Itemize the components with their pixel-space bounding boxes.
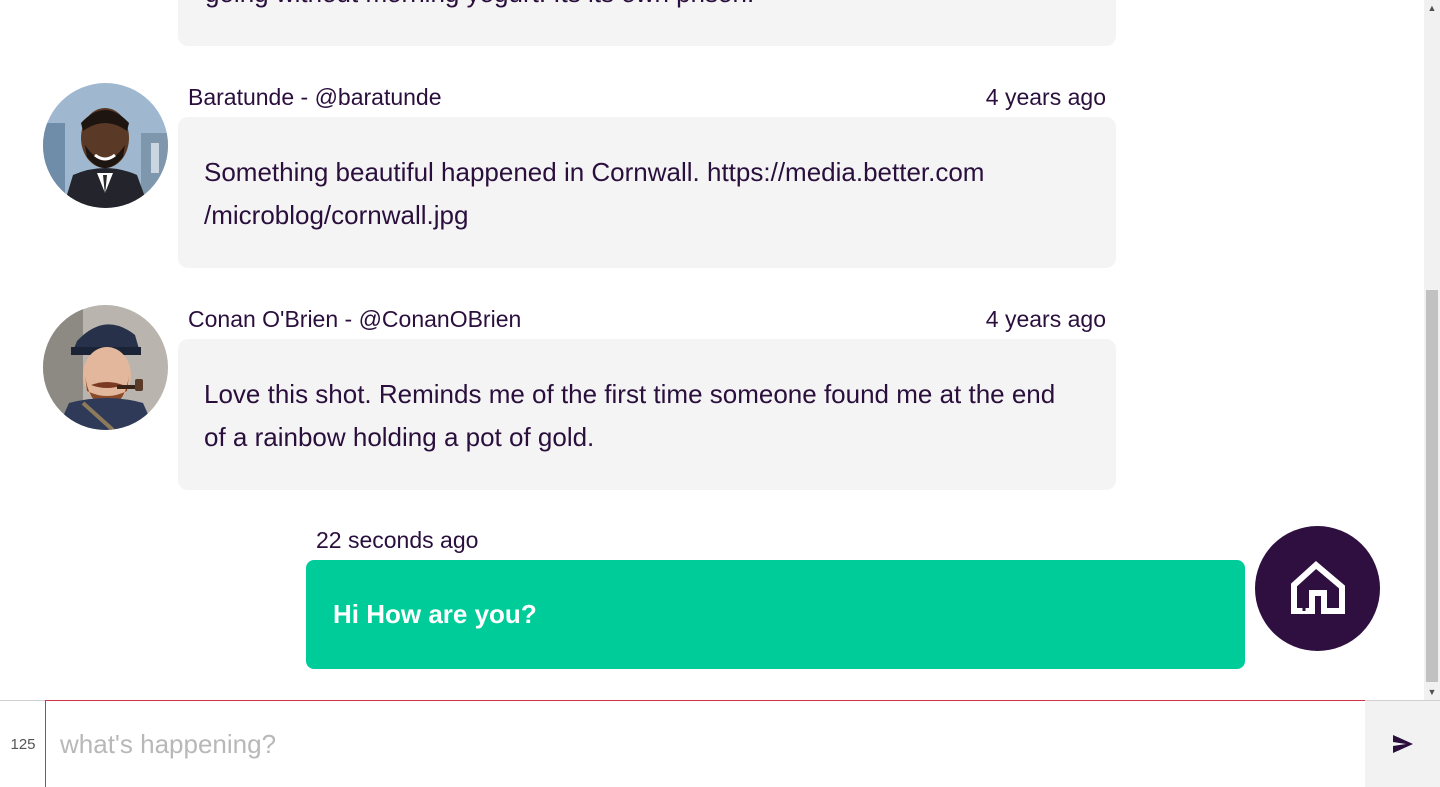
message-text-line: Something beautiful happened in Cornwall… xyxy=(204,157,985,187)
message-header: Conan O'Brien - @ConanOBrien 4 years ago xyxy=(188,306,1106,333)
message-author[interactable]: Conan O'Brien - @ConanOBrien xyxy=(188,306,521,333)
own-avatar[interactable] xyxy=(1255,526,1380,651)
message-bubble: Love this shot. Reminds me of the first … xyxy=(178,339,1116,490)
message-text-line: /microblog/cornwall.jpg xyxy=(204,200,469,230)
send-button[interactable] xyxy=(1365,701,1440,787)
scroll-down-icon[interactable]: ▼ xyxy=(1424,684,1440,700)
message-author[interactable]: Baratunde - @baratunde xyxy=(188,84,442,111)
message-input[interactable] xyxy=(46,701,1365,787)
own-message-text: Hi How are you? xyxy=(333,599,537,629)
send-icon xyxy=(1392,735,1413,753)
message-text: going without morning yogurt. Its its ow… xyxy=(205,0,754,9)
own-message-time: 22 seconds ago xyxy=(316,527,479,553)
scroll-up-icon[interactable]: ▲ xyxy=(1424,0,1440,16)
composer: 125 xyxy=(0,700,1440,787)
message-text-line: Love this shot. Reminds me of the first … xyxy=(204,379,1056,409)
house-logo-icon xyxy=(1290,560,1345,614)
message-bubble: Something beautiful happened in Cornwall… xyxy=(178,117,1116,268)
message-header: Baratunde - @baratunde 4 years ago xyxy=(188,84,1106,111)
message-time: 4 years ago xyxy=(985,306,1106,332)
message-input-wrapper xyxy=(45,700,1365,787)
message-time: 4 years ago xyxy=(985,84,1106,110)
message-text-line: of a rainbow holding a pot of gold. xyxy=(204,422,595,452)
char-count: 125 xyxy=(10,735,36,753)
avatar-baratunde[interactable] xyxy=(43,83,168,208)
feed-scrollbar[interactable]: ▲ ▼ xyxy=(1424,0,1440,700)
own-message-bubble: Hi How are you? xyxy=(306,560,1245,669)
message-feed: going without morning yogurt. Its its ow… xyxy=(0,0,1424,700)
avatar-conan[interactable] xyxy=(43,305,168,430)
scroll-thumb[interactable] xyxy=(1426,290,1438,682)
